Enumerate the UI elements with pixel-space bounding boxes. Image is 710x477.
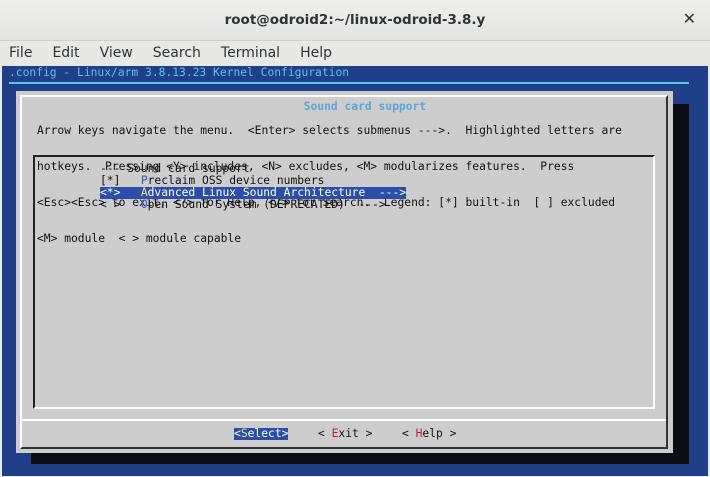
- exit-button[interactable]: < Exit >: [318, 428, 372, 440]
- close-icon[interactable]: ✕: [683, 10, 696, 28]
- config-backtitle: .config - Linux/arm 3.8.13.23 Kernel Con…: [9, 66, 350, 79]
- menu-item-oss[interactable]: < > Open Sound System (DEPRECATED) --->: [100, 199, 386, 211]
- submenu-arrow: --->: [344, 198, 386, 211]
- menu-item-hotkey: O: [140, 198, 148, 211]
- menu-help[interactable]: Help: [290, 41, 342, 65]
- menu-edit[interactable]: Edit: [42, 41, 89, 65]
- select-button[interactable]: <Select>: [234, 428, 289, 440]
- menuconfig-dialog: Sound card support Arrow keys navigate t…: [16, 91, 673, 453]
- help-button[interactable]: < Help >: [402, 428, 456, 440]
- window-titlebar: root@odroid2:~/linux-odroid-3.8.y ✕: [0, 0, 710, 41]
- menu-terminal[interactable]: Terminal: [211, 41, 290, 65]
- help-line: Arrow keys navigate the menu. <Enter> se…: [37, 124, 622, 137]
- menu-item-label: pen Sound System (DEPRECATED): [147, 198, 345, 211]
- button-row-separator: [22, 419, 666, 421]
- menu-file[interactable]: File: [0, 41, 42, 65]
- backtitle-divider: [9, 82, 689, 84]
- menu-search[interactable]: Search: [143, 41, 211, 65]
- window-title: root@odroid2:~/linux-odroid-3.8.y: [224, 12, 486, 28]
- menu-item-state: < >: [100, 198, 121, 211]
- terminal-area[interactable]: .config - Linux/arm 3.8.13.23 Kernel Con…: [2, 66, 708, 476]
- menubar: File Edit View Search Terminal Help: [0, 41, 710, 65]
- menu-view[interactable]: View: [90, 41, 143, 65]
